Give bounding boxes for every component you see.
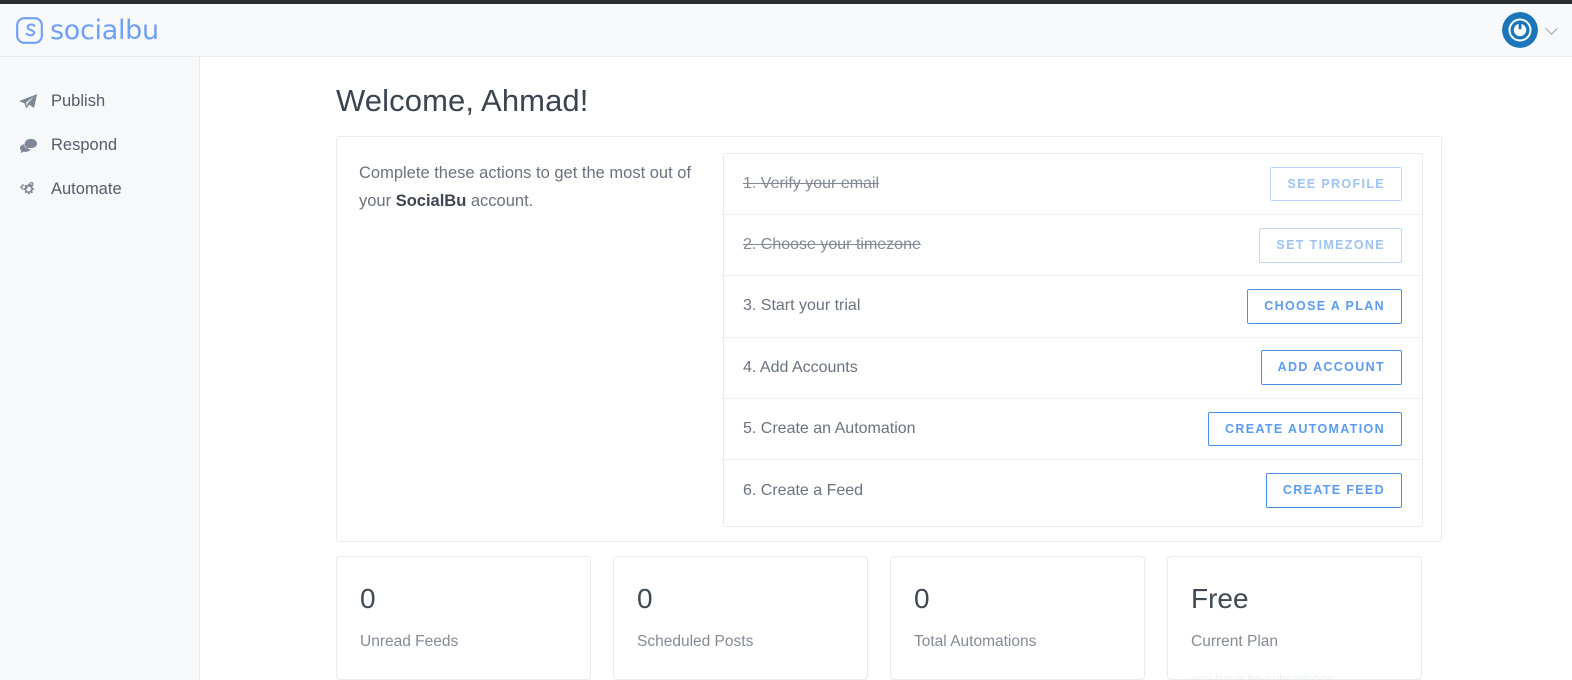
step-label: 5. Create an Automation <box>743 419 916 437</box>
onboarding-card: Complete these actions to get the most o… <box>336 136 1442 542</box>
brand-logo[interactable]: socialbu <box>0 17 159 44</box>
sidebar-item-label: Respond <box>51 135 118 154</box>
stat-label: Unread Feeds <box>360 633 459 650</box>
step-label: 3. Start your trial <box>743 297 861 315</box>
stat-label: Total Automations <box>914 633 1037 650</box>
onboarding-blurb-brand: SocialBu <box>395 192 467 211</box>
stat-card-scheduled-posts[interactable]: 0 Scheduled Posts <box>613 556 868 680</box>
sidebar-item-label: Automate <box>51 179 122 198</box>
step-label: 2. Choose your timezone <box>743 236 921 254</box>
create-feed-button[interactable]: CREATE FEED <box>1265 473 1402 508</box>
top-bar-right <box>1502 12 1572 48</box>
onboarding-blurb: Complete these actions to get the most o… <box>359 159 699 216</box>
stat-card-current-plan[interactable]: Free Current Plan you have no subscripti… <box>1167 556 1422 680</box>
sidebar: Publish Respond Automate <box>0 57 200 680</box>
chevron-down-icon[interactable] <box>1545 21 1558 35</box>
app-root: socialbu Publish Respond Automate Welcom… <box>0 0 1572 680</box>
stat-note: you have no subscription <box>1191 671 1335 680</box>
main-content: Welcome, Ahmad! Complete these actions t… <box>200 57 1572 680</box>
sidebar-item-publish[interactable]: Publish <box>0 79 199 123</box>
stat-label: Current Plan <box>1191 633 1279 650</box>
onboarding-blurb-suffix: account. <box>466 192 534 211</box>
onboarding-step-row: 4. Add Accounts ADD ACCOUNT <box>724 338 1422 399</box>
stat-value: 0 <box>360 583 376 614</box>
paper-plane-icon <box>19 92 38 111</box>
add-account-button[interactable]: ADD ACCOUNT <box>1260 350 1402 385</box>
gravatar-avatar-icon[interactable] <box>1502 12 1538 48</box>
create-automation-button[interactable]: CREATE AUTOMATION <box>1208 411 1402 447</box>
step-label: 4. Add Accounts <box>743 358 858 376</box>
comment-icon <box>19 136 38 155</box>
stat-card-total-automations[interactable]: 0 Total Automations <box>890 556 1145 680</box>
brand-name: socialbu <box>50 14 159 46</box>
step-label: 1. Verify your email <box>743 175 880 193</box>
sidebar-item-automate[interactable]: Automate <box>0 167 199 211</box>
stat-label: Scheduled Posts <box>637 633 754 650</box>
set-timezone-button[interactable]: SET TIMEZONE <box>1259 228 1402 263</box>
onboarding-step-row: 2. Choose your timezone SET TIMEZONE <box>724 215 1422 277</box>
sidebar-item-label: Publish <box>51 91 106 110</box>
onboarding-step-row: 6. Create a Feed CREATE FEED <box>724 460 1422 521</box>
stat-value: 0 <box>637 583 653 614</box>
stat-cards: 0 Unread Feeds 0 Scheduled Posts 0 Total… <box>336 556 1442 680</box>
gears-icon <box>19 180 38 199</box>
onboarding-step-row: 3. Start your trial CHOOSE A PLAN <box>724 276 1422 338</box>
step-label: 6. Create a Feed <box>743 481 864 499</box>
see-profile-button[interactable]: SEE PROFILE <box>1270 166 1402 202</box>
page-title: Welcome, Ahmad! <box>336 83 589 118</box>
sidebar-item-respond[interactable]: Respond <box>0 123 199 167</box>
onboarding-steps-list: 1. Verify your email SEE PROFILE 2. Choo… <box>723 153 1423 527</box>
socialbu-logo-icon <box>16 16 43 44</box>
stat-value: Free <box>1191 583 1249 614</box>
stat-card-unread-feeds[interactable]: 0 Unread Feeds <box>336 556 591 680</box>
onboarding-step-row: 1. Verify your email SEE PROFILE <box>724 154 1422 216</box>
choose-a-plan-button[interactable]: CHOOSE A PLAN <box>1247 289 1402 324</box>
onboarding-step-row: 5. Create an Automation CREATE AUTOMATIO… <box>724 399 1422 460</box>
top-bar: socialbu <box>0 4 1572 57</box>
stat-value: 0 <box>914 583 930 614</box>
